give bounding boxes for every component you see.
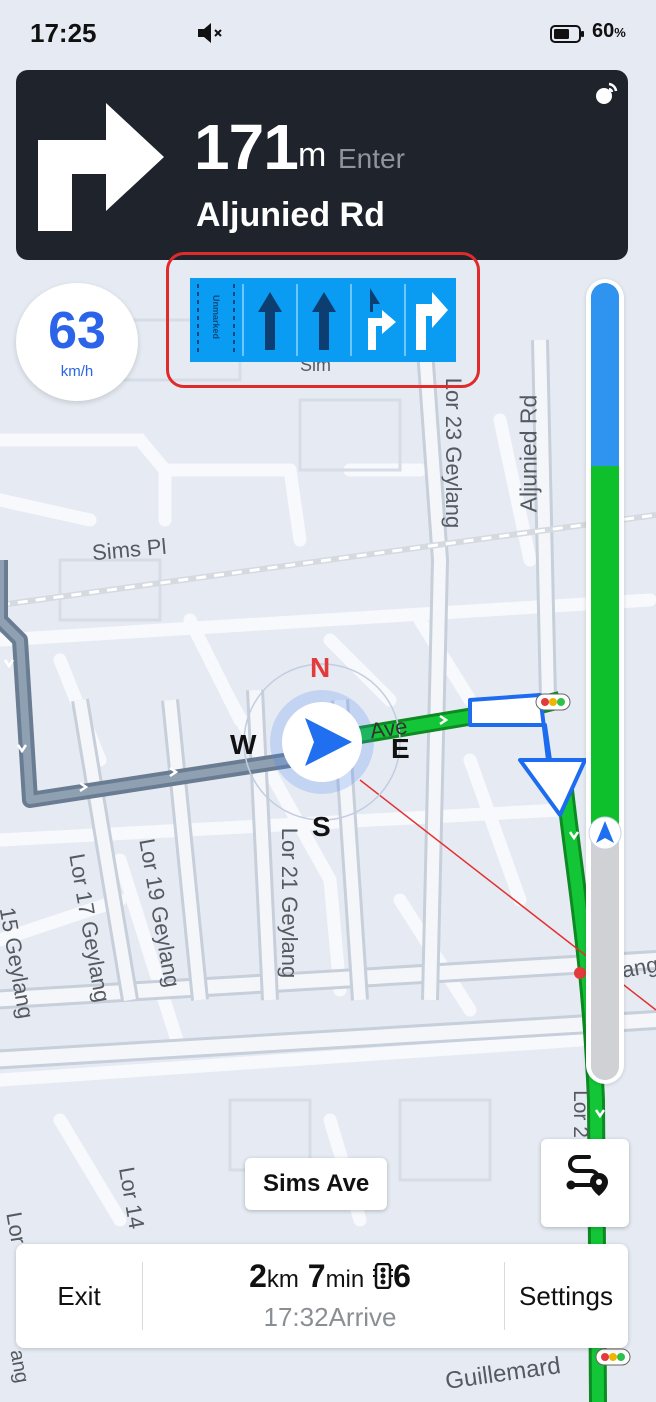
lane-straight-right-icon	[352, 278, 404, 362]
lane-unmarked: Unmarked	[190, 278, 242, 362]
current-road-label: Sims Ave	[245, 1158, 388, 1210]
speed-unit: km/h	[60, 363, 94, 380]
map-label-aljunied-rd: Aljunied Rd	[515, 394, 542, 513]
navigation-bottom-bar: Exit 2km 7min 6 17:32Arrive Settings	[16, 1244, 628, 1348]
compass-north: N	[310, 652, 331, 683]
remaining-time: 7	[307, 1258, 326, 1294]
route-overview-button[interactable]	[541, 1139, 629, 1227]
traffic-light-icon	[595, 1348, 631, 1366]
remaining-distance-unit: km	[266, 1266, 299, 1293]
map-label-lor-right: Lor 2	[568, 1090, 592, 1138]
arrival-info: 17:32Arrive	[156, 1302, 504, 1333]
traffic-light-count-icon	[373, 1260, 394, 1297]
route-progress-bar	[586, 279, 624, 1084]
mute-icon	[196, 20, 226, 51]
remaining-time-unit: min	[325, 1266, 365, 1293]
speed-indicator: 63 km/h	[16, 283, 138, 401]
compass-west: W	[230, 729, 257, 760]
maneuver-action: Enter	[338, 143, 405, 174]
remaining-distance: 2	[249, 1258, 267, 1294]
progress-segment	[591, 283, 619, 467]
next-road-name: Aljunied Rd	[196, 196, 385, 234]
lane-unmarked-label: Unmarked	[211, 294, 221, 339]
battery-icon	[550, 24, 586, 49]
compass-east: E	[391, 733, 410, 764]
compass-south: S	[312, 811, 331, 842]
route-overview-icon	[566, 1155, 608, 1196]
lane-straight-icon	[244, 278, 296, 362]
map-label-lor21: Lor 21 Geylang	[277, 827, 303, 979]
lane-guidance: Unmarked	[190, 278, 456, 362]
status-time: 17:25	[30, 18, 97, 48]
map-label-lor23: Lor 23 Geylang	[441, 377, 467, 529]
trip-summary: 2km 7min 6	[156, 1258, 504, 1297]
progress-vehicle-icon	[587, 815, 623, 856]
arrival-label: Arrive	[328, 1302, 397, 1332]
speed-value: 63	[48, 302, 106, 360]
turn-right-icon	[36, 98, 166, 238]
distance-unit: m	[298, 136, 327, 174]
traffic-light-count: 6	[393, 1258, 411, 1294]
settings-button[interactable]: Settings	[504, 1244, 628, 1348]
distance-value: 171	[194, 111, 299, 183]
battery-percent: 60%	[592, 20, 626, 42]
exit-button[interactable]: Exit	[16, 1244, 142, 1348]
lane-right-icon	[404, 278, 456, 362]
map-label-lor: Lor	[1, 1210, 32, 1246]
traffic-light-icon	[535, 693, 571, 711]
arrival-time: 17:32	[263, 1302, 329, 1332]
progress-segment	[591, 824, 619, 1080]
progress-segment	[591, 466, 619, 825]
lane-straight-icon	[298, 278, 350, 362]
signal-icon[interactable]	[592, 80, 620, 113]
